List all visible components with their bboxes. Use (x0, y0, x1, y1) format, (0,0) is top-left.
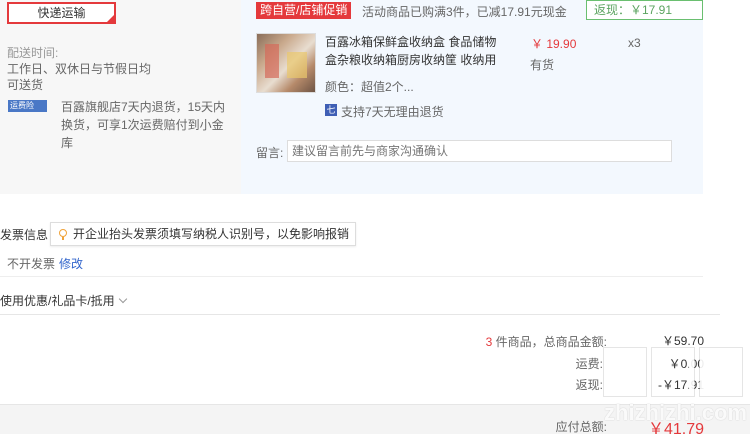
message-input[interactable] (287, 140, 672, 162)
shipping-fee-label: 运费: (575, 357, 603, 371)
product-name-line1: 百露冰箱保鲜盒收纳盒 食品储物 (325, 35, 497, 49)
return-policy: 支持7天无理由退货 (341, 105, 444, 119)
message-label: 留言: (256, 146, 284, 160)
invoice-value: 不开发票 (7, 257, 56, 271)
discount-label: 使用优惠/礼品卡/抵用 (0, 294, 115, 308)
product-name-line2: 盒杂粮收纳箱厨房收纳筐 收纳用 (325, 53, 497, 67)
items-summary-label: 3 件商品，总商品金额: (485, 335, 607, 349)
product-color: 颜色：超值2个... (325, 80, 414, 94)
product-price: ￥ 19.90 (531, 37, 577, 51)
promo-text: 活动商品已购满3件，已减17.91元现金 (362, 5, 567, 19)
item-count: 3 (485, 335, 493, 349)
watermark-logo-icon (652, 348, 694, 396)
insurance-line3: 库 (61, 136, 74, 150)
items-amount: ￥59.70 (661, 334, 704, 348)
rebate-badge: 返现：￥17.91 (586, 0, 703, 20)
invoice-tip-text: 开企业抬头发票须填写纳税人识别号，以免影响报销 (73, 227, 350, 241)
divider (0, 314, 720, 315)
shipping-panel (0, 0, 241, 194)
insurance-line1: 百露旗舰店7天内退货，15天内 (61, 100, 226, 114)
divider (0, 276, 703, 277)
delivery-time-line2: 可送货 (7, 78, 44, 92)
watermark-logo-icon (700, 348, 742, 396)
watermark-text: zhizhizhi.com (604, 400, 747, 425)
invoice-edit-link[interactable]: 修改 (59, 255, 83, 272)
lightbulb-icon (59, 229, 67, 240)
chevron-down-icon (118, 294, 127, 304)
product-name[interactable]: 百露冰箱保鲜盒收纳盒 食品储物 盒杂粮收纳箱厨房收纳筐 收纳用 (325, 33, 503, 69)
insurance-line2: 换货，可享1次运费赔付到小金 (61, 118, 224, 132)
shipping-method-express[interactable]: 快递运输 (7, 2, 116, 24)
product-thumbnail[interactable] (256, 33, 316, 93)
stock-status: 有货 (530, 58, 555, 72)
seven-day-return-icon: 七 (325, 104, 337, 116)
invoice-title: 发票信息 (0, 228, 49, 242)
shipping-method-label: 快递运输 (37, 6, 86, 20)
shipping-insurance-icon: 运费险 (8, 100, 47, 112)
product-panel (241, 0, 703, 194)
product-quantity: x3 (628, 36, 641, 50)
rebate-label: 返现: (575, 378, 603, 392)
watermark-logo-icon (604, 348, 646, 396)
delivery-time-title: 配送时间: (7, 46, 59, 60)
invoice-tip: 开企业抬头发票须填写纳税人识别号，以免影响报销 (50, 222, 357, 246)
delivery-time-line1: 工作日、双休日与节假日均 (7, 62, 152, 76)
watermark: zhizhizhi.com (600, 348, 750, 434)
promo-tag: 跨自营/店铺促销 (256, 2, 352, 19)
discount-toggle[interactable]: 使用优惠/礼品卡/抵用 (0, 292, 127, 309)
